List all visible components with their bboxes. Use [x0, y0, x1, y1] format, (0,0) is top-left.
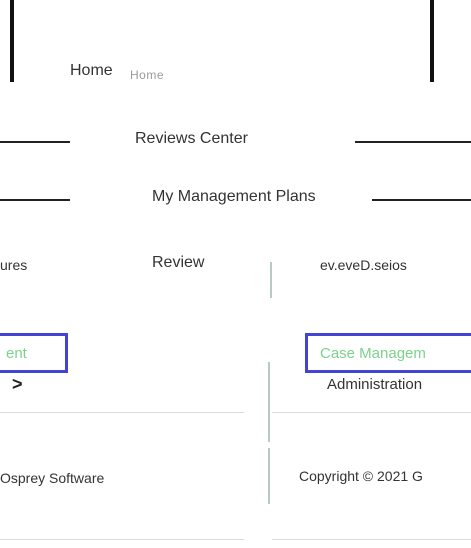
menu-item-case-management-label: Case Managem: [320, 344, 426, 362]
column-divider-lower: [268, 448, 270, 504]
column-divider-middle: [268, 362, 270, 442]
nav-rule-left: [0, 141, 70, 143]
nav-home-link[interactable]: Home: [70, 62, 113, 80]
column-divider-upper: [270, 262, 272, 298]
nav-rule-right-2: [372, 199, 471, 201]
nav-my-management-plans-link[interactable]: My Management Plans: [152, 188, 316, 206]
footer-divider-left: [0, 412, 244, 413]
menu-item-selected-left-label: ent: [6, 344, 27, 362]
nav-fragment-left: ures: [0, 257, 28, 273]
nav-fragment-right: ev.eveD.seios: [320, 257, 407, 273]
nav-review-link[interactable]: Review: [152, 254, 204, 272]
menu-item-selected-left[interactable]: ent: [0, 333, 68, 373]
menu-item-administration[interactable]: Administration: [327, 376, 422, 393]
chevron-right-icon[interactable]: >: [12, 374, 23, 395]
nav-reviews-center-link[interactable]: Reviews Center: [135, 130, 248, 148]
top-frame-left-border: [10, 0, 14, 82]
footer-copyright: Copyright © 2021 G: [299, 468, 423, 484]
nav-rule-left-2: [0, 199, 70, 201]
footer-divider-right: [272, 412, 471, 413]
menu-item-case-management[interactable]: Case Managem: [305, 333, 471, 373]
nav-rule-right: [355, 141, 471, 143]
nav-home-ghost-text: Home: [130, 68, 165, 82]
bottom-divider-left: [0, 539, 244, 540]
bottom-divider-right: [272, 539, 471, 540]
footer-company-name: Osprey Software: [0, 470, 105, 486]
top-frame-right-border: [430, 0, 434, 82]
